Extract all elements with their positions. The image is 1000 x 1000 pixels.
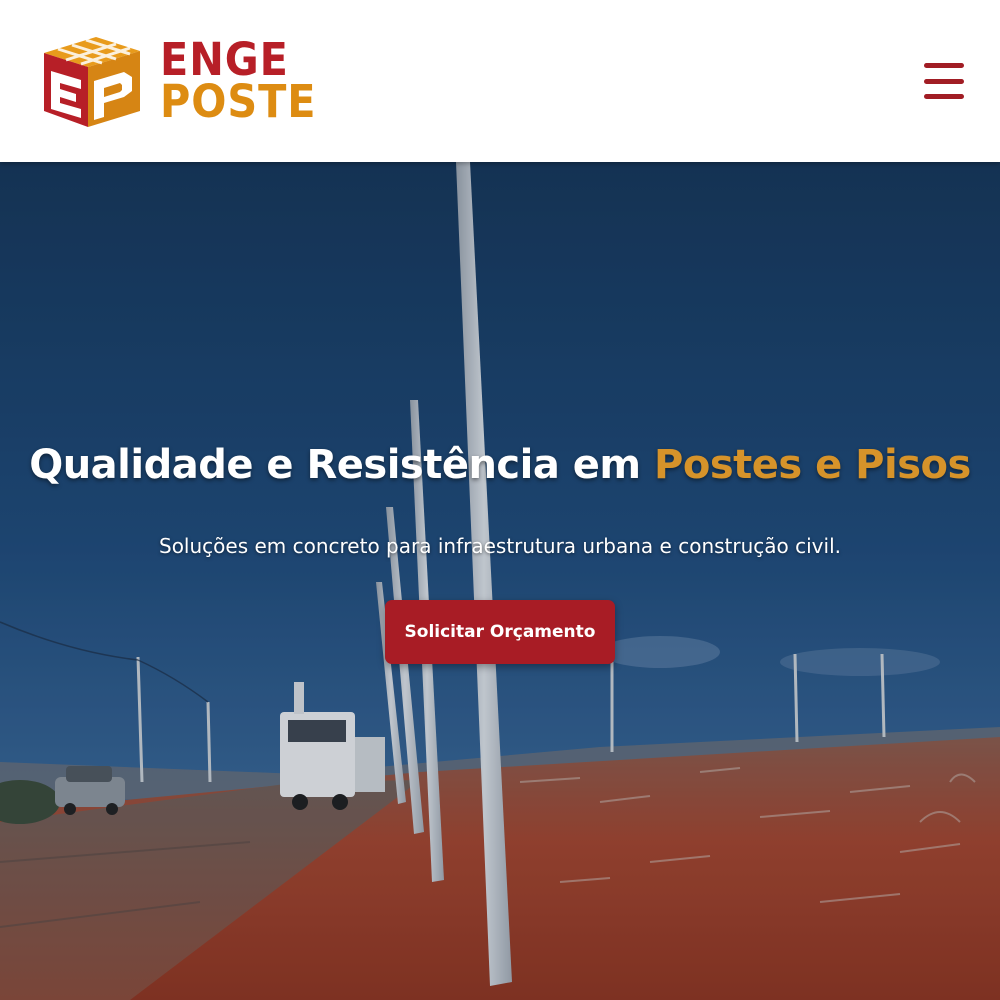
hero-subtitle: Soluções em concreto para infraestrutura… [159,534,841,558]
ep-logo-icon [44,37,140,127]
hero-title-accent: Postes e Pisos [654,442,971,488]
request-quote-button[interactable]: Solicitar Orçamento [385,600,615,664]
hero-content: Qualidade e Resistência em Postes e Piso… [0,162,1000,1000]
menu-bar-bottom [924,94,964,99]
hero-title: Qualidade e Resistência em Postes e Piso… [29,442,971,488]
hero-title-main: Qualidade e Resistência em [29,442,655,488]
menu-bar-middle [924,78,964,84]
hamburger-menu-icon[interactable] [924,63,964,99]
site-header: ENGE POSTE [0,0,1000,162]
logo-link[interactable]: ENGE POSTE [36,31,330,131]
logo-wordmark: ENGE POSTE [160,37,330,128]
menu-bar-top [924,63,964,68]
logo-word-poste: POSTE [160,75,317,128]
hero-section: Qualidade e Resistência em Postes e Piso… [0,162,1000,1000]
